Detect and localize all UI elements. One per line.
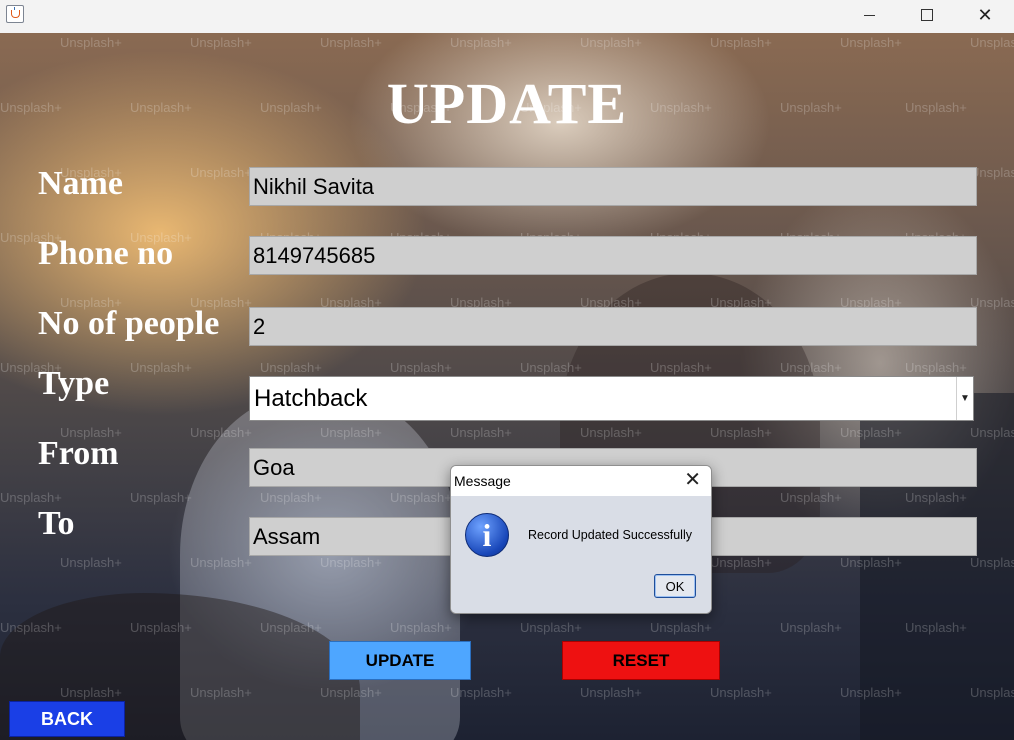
- watermark-text: Unsplash+: [320, 555, 382, 570]
- watermark-text: Unsplash+: [710, 685, 772, 700]
- watermark-text: Unsplash+: [190, 555, 252, 570]
- watermark-text: Unsplash+: [905, 360, 967, 375]
- watermark-text: Unsplash+: [60, 35, 122, 50]
- maximize-button[interactable]: [898, 0, 956, 30]
- name-field[interactable]: Nikhil Savita: [249, 167, 977, 206]
- watermark-text: Unsplash+: [190, 165, 252, 180]
- watermark-text: Unsplash+: [970, 425, 1014, 440]
- watermark-text: Unsplash+: [840, 35, 902, 50]
- watermark-text: Unsplash+: [520, 360, 582, 375]
- watermark-text: Unsplash+: [130, 360, 192, 375]
- watermark-text: Unsplash+: [320, 685, 382, 700]
- watermark-text: Unsplash+: [130, 490, 192, 505]
- watermark-text: Unsplash+: [580, 425, 642, 440]
- window-title-bar: ✕: [0, 0, 1014, 33]
- watermark-text: Unsplash+: [60, 555, 122, 570]
- to-label: To: [38, 505, 75, 542]
- watermark-text: Unsplash+: [190, 35, 252, 50]
- watermark-text: Unsplash+: [710, 555, 772, 570]
- watermark-text: Unsplash+: [710, 425, 772, 440]
- java-cup-icon[interactable]: [6, 5, 24, 23]
- watermark-text: Unsplash+: [710, 35, 772, 50]
- watermark-text: Unsplash+: [905, 620, 967, 635]
- watermark-text: Unsplash+: [320, 35, 382, 50]
- watermark-text: Unsplash+: [0, 490, 62, 505]
- back-button[interactable]: BACK: [9, 701, 125, 737]
- watermark-text: Unsplash+: [390, 620, 452, 635]
- watermark-text: Unsplash+: [450, 35, 512, 50]
- type-select-value: Hatchback: [254, 385, 368, 412]
- watermark-text: Unsplash+: [650, 360, 712, 375]
- watermark-text: Unsplash+: [190, 425, 252, 440]
- watermark-text: Unsplash+: [970, 35, 1014, 50]
- window-close-button[interactable]: ✕: [956, 0, 1014, 30]
- update-button[interactable]: UPDATE: [329, 641, 471, 680]
- chevron-down-icon[interactable]: ▼: [956, 377, 973, 420]
- watermark-text: Unsplash+: [650, 620, 712, 635]
- page-title: UPDATE: [386, 71, 628, 136]
- message-dialog: Message ✕ i Record Updated Successfully …: [450, 465, 712, 614]
- watermark-text: Unsplash+: [260, 490, 322, 505]
- dialog-body: i Record Updated Successfully OK: [451, 496, 711, 613]
- watermark-text: Unsplash+: [520, 620, 582, 635]
- watermark-text: Unsplash+: [130, 620, 192, 635]
- watermark-text: Unsplash+: [970, 685, 1014, 700]
- watermark-text: Unsplash+: [190, 685, 252, 700]
- from-label: From: [38, 435, 119, 472]
- watermark-text: Unsplash+: [840, 425, 902, 440]
- dialog-title-bar: Message ✕: [451, 466, 711, 496]
- close-icon: ✕: [977, 4, 993, 25]
- ok-button[interactable]: OK: [654, 574, 696, 598]
- watermark-text: Unsplash+: [840, 685, 902, 700]
- watermark-text: Unsplash+: [970, 555, 1014, 570]
- watermark-text: Unsplash+: [260, 620, 322, 635]
- type-label: Type: [38, 365, 110, 402]
- minimize-button[interactable]: [840, 0, 898, 30]
- watermark-text: Unsplash+: [390, 490, 452, 505]
- watermark-text: Unsplash+: [580, 685, 642, 700]
- people-label: No of people: [38, 305, 220, 342]
- watermark-text: Unsplash+: [450, 685, 512, 700]
- watermark-text: Unsplash+: [905, 490, 967, 505]
- people-field[interactable]: 2: [249, 307, 977, 346]
- watermark-text: Unsplash+: [780, 360, 842, 375]
- reset-button[interactable]: RESET: [562, 641, 720, 680]
- watermark-text: Unsplash+: [0, 620, 62, 635]
- dialog-close-icon[interactable]: ✕: [684, 469, 701, 491]
- watermark-text: Unsplash+: [450, 425, 512, 440]
- watermark-text: Unsplash+: [580, 35, 642, 50]
- maximize-icon: [921, 9, 933, 21]
- info-icon: i: [465, 513, 509, 557]
- dialog-message: Record Updated Successfully: [528, 528, 692, 542]
- name-label: Name: [38, 165, 123, 202]
- watermark-text: Unsplash+: [60, 685, 122, 700]
- type-select[interactable]: Hatchback ▼: [249, 376, 974, 421]
- phone-label: Phone no: [38, 235, 174, 272]
- phone-field[interactable]: 8149745685: [249, 236, 977, 275]
- watermark-text: Unsplash+: [840, 555, 902, 570]
- watermark-text: Unsplash+: [780, 620, 842, 635]
- watermark-text: Unsplash+: [780, 490, 842, 505]
- dialog-title: Message: [454, 473, 511, 489]
- watermark-text: Unsplash+: [390, 360, 452, 375]
- minimize-icon: [863, 14, 875, 16]
- watermark-text: Unsplash+: [260, 360, 322, 375]
- watermark-text: Unsplash+: [320, 425, 382, 440]
